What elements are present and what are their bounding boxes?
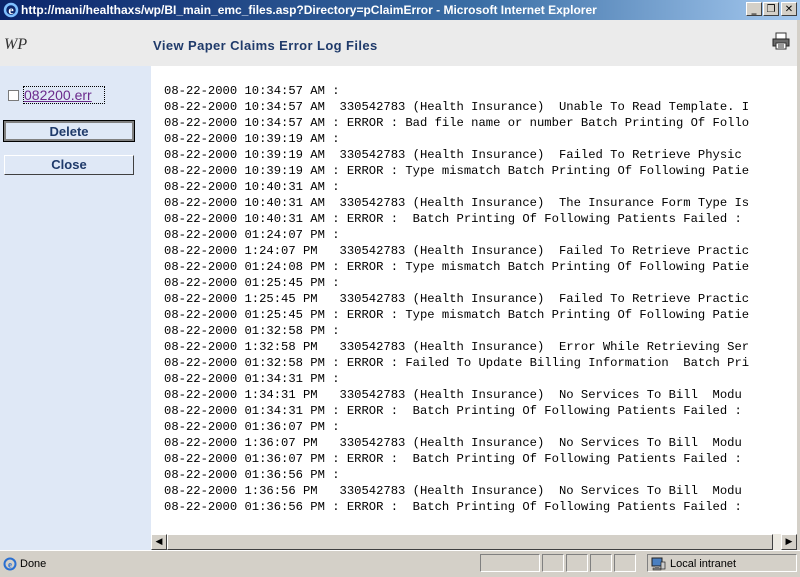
minimize-button[interactable]: _	[746, 2, 762, 16]
restore-button[interactable]: ❐	[763, 2, 779, 16]
log-line: 08-22-2000 1:25:45 PM 330542783 (Health …	[164, 292, 750, 306]
scrollbar-thumb[interactable]	[167, 534, 773, 550]
local-intranet-icon	[651, 557, 666, 571]
log-line: 08-22-2000 10:34:57 AM :	[164, 84, 340, 98]
log-line: 08-22-2000 10:40:31 AM :	[164, 180, 340, 194]
page-done-icon: e	[3, 557, 17, 571]
scroll-left-button[interactable]: ◀	[151, 534, 167, 550]
file-select-checkbox[interactable]	[8, 90, 19, 101]
page-header: WP View Paper Claims Error Log Files	[0, 20, 800, 66]
status-pane	[480, 554, 540, 572]
svg-text:e: e	[8, 560, 12, 570]
scroll-right-button[interactable]: ▶	[781, 534, 797, 550]
close-window-button[interactable]: ✕	[781, 2, 797, 16]
log-line: 08-22-2000 10:40:31 AM 330542783 (Health…	[164, 196, 750, 210]
log-line: 08-22-2000 1:36:07 PM 330542783 (Health …	[164, 436, 742, 450]
log-line: 08-22-2000 01:24:08 PM : ERROR : Type mi…	[164, 260, 750, 274]
status-bar: e Done Local intranet	[0, 550, 800, 577]
security-zone-label: Local intranet	[670, 558, 737, 570]
page-title: View Paper Claims Error Log Files	[153, 38, 378, 53]
status-pane	[566, 554, 588, 572]
log-line: 08-22-2000 10:39:19 AM : ERROR : Type mi…	[164, 164, 750, 178]
svg-text:e: e	[8, 3, 14, 17]
wp-logo: WP	[4, 36, 28, 53]
log-line: 08-22-2000 01:32:58 PM : ERROR : Failed …	[164, 356, 750, 370]
file-sidebar: 082200.err Delete Close	[0, 66, 151, 550]
internet-explorer-icon: e	[3, 2, 19, 18]
log-line: 08-22-2000 1:36:56 PM 330542783 (Health …	[164, 484, 742, 498]
close-button[interactable]: Close	[4, 155, 134, 175]
log-line: 08-22-2000 01:25:45 PM :	[164, 276, 340, 290]
log-line: 08-22-2000 1:24:07 PM 330542783 (Health …	[164, 244, 750, 258]
log-line: 08-22-2000 01:25:45 PM : ERROR : Type mi…	[164, 308, 750, 322]
log-line: 08-22-2000 01:36:56 PM : ERROR : Batch P…	[164, 500, 742, 514]
status-pane	[614, 554, 636, 572]
log-line: 08-22-2000 1:32:58 PM 330542783 (Health …	[164, 340, 750, 354]
log-line: 08-22-2000 10:40:31 AM : ERROR : Batch P…	[164, 212, 742, 226]
log-line: 08-22-2000 01:32:58 PM :	[164, 324, 340, 338]
file-link[interactable]: 082200.err	[24, 87, 92, 103]
log-text: 08-22-2000 10:34:57 AM : 08-22-2000 10:3…	[164, 83, 749, 515]
log-line: 08-22-2000 01:24:07 PM :	[164, 228, 340, 242]
horizontal-scrollbar[interactable]: ◀ ▶	[151, 534, 797, 550]
log-line: 08-22-2000 01:36:07 PM : ERROR : Batch P…	[164, 452, 742, 466]
status-text: Done	[20, 558, 47, 570]
log-line: 08-22-2000 01:36:56 PM :	[164, 468, 340, 482]
window-title-bar[interactable]: e http://mani/healthaxs/wp/BI_main_emc_f…	[0, 0, 800, 20]
log-line: 08-22-2000 10:39:19 AM :	[164, 132, 340, 146]
log-line: 08-22-2000 10:39:19 AM 330542783 (Health…	[164, 148, 742, 162]
printer-icon[interactable]	[771, 32, 791, 50]
delete-button[interactable]: Delete	[3, 120, 135, 142]
log-line: 08-22-2000 10:34:57 AM 330542783 (Health…	[164, 100, 750, 114]
log-line: 08-22-2000 1:34:31 PM 330542783 (Health …	[164, 388, 742, 402]
log-line: 08-22-2000 01:34:31 PM :	[164, 372, 340, 386]
log-line: 08-22-2000 10:34:57 AM : ERROR : Bad fil…	[164, 116, 750, 130]
log-line: 08-22-2000 01:36:07 PM :	[164, 420, 340, 434]
window-title: http://mani/healthaxs/wp/BI_main_emc_fil…	[21, 3, 597, 17]
log-line: 08-22-2000 01:34:31 PM : ERROR : Batch P…	[164, 404, 742, 418]
log-viewer: 08-22-2000 10:34:57 AM : 08-22-2000 10:3…	[151, 66, 797, 534]
status-pane	[590, 554, 612, 572]
status-pane	[542, 554, 564, 572]
